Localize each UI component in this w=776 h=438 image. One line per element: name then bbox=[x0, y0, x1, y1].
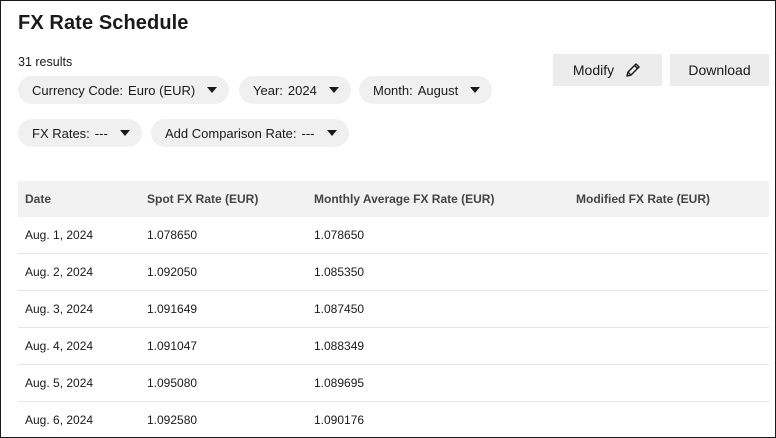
table-row: Aug. 4, 2024 1.091047 1.088349 bbox=[18, 328, 769, 365]
cell-monthly-average-fx-rate: 1.085350 bbox=[314, 265, 365, 279]
cell-monthly-average-fx-rate: 1.087450 bbox=[314, 302, 365, 316]
caret-down-icon bbox=[207, 87, 218, 93]
cell-spot-fx-rate: 1.078650 bbox=[147, 228, 198, 242]
table-row: Aug. 6, 2024 1.092580 1.090176 bbox=[18, 402, 769, 437]
fx-rates-dropdown[interactable]: FX Rates: --- bbox=[18, 119, 142, 147]
cell-spot-fx-rate: 1.091047 bbox=[147, 339, 198, 353]
caret-down-icon bbox=[470, 87, 481, 93]
year-value: 2024 bbox=[287, 82, 317, 98]
results-count: 31 results bbox=[18, 55, 73, 69]
cell-date: Aug. 1, 2024 bbox=[25, 228, 94, 242]
column-header-modified-fx-rate: Modified FX Rate (EUR) bbox=[576, 192, 710, 206]
fx-rates-label: FX Rates: bbox=[32, 125, 90, 141]
download-button-label: Download bbox=[688, 62, 751, 78]
add-comparison-rate-label: Add Comparison Rate: bbox=[165, 125, 297, 141]
table-row: Aug. 2, 2024 1.092050 1.085350 bbox=[18, 254, 769, 291]
cell-date: Aug. 4, 2024 bbox=[25, 339, 94, 353]
column-header-date: Date bbox=[25, 192, 52, 206]
caret-down-icon bbox=[119, 130, 130, 136]
page-title: FX Rate Schedule bbox=[18, 12, 189, 34]
month-label: Month: bbox=[373, 82, 413, 98]
currency-code-label: Currency Code: bbox=[32, 82, 124, 98]
cell-monthly-average-fx-rate: 1.090176 bbox=[314, 413, 365, 427]
cell-spot-fx-rate: 1.092580 bbox=[147, 413, 198, 427]
cell-date: Aug. 6, 2024 bbox=[25, 413, 94, 427]
cell-date: Aug. 2, 2024 bbox=[25, 265, 94, 279]
currency-code-value: Euro (EUR) bbox=[128, 82, 196, 98]
add-comparison-rate-dropdown[interactable]: Add Comparison Rate: --- bbox=[151, 119, 349, 147]
pencil-icon bbox=[626, 63, 640, 77]
column-header-monthly-average-fx-rate: Monthly Average FX Rate (EUR) bbox=[314, 192, 495, 206]
table-row: Aug. 3, 2024 1.091649 1.087450 bbox=[18, 291, 769, 328]
year-dropdown[interactable]: Year: 2024 bbox=[239, 76, 351, 104]
column-header-spot-fx-rate: Spot FX Rate (EUR) bbox=[147, 192, 259, 206]
cell-date: Aug. 3, 2024 bbox=[25, 302, 94, 316]
fx-rates-value: --- bbox=[94, 125, 108, 141]
cell-spot-fx-rate: 1.091649 bbox=[147, 302, 198, 316]
modify-button[interactable]: Modify bbox=[553, 54, 662, 86]
table-header: Date Spot FX Rate (EUR) Monthly Average … bbox=[18, 181, 769, 217]
modify-button-label: Modify bbox=[572, 62, 615, 78]
month-dropdown[interactable]: Month: August bbox=[359, 76, 493, 104]
table-row: Aug. 5, 2024 1.095080 1.089695 bbox=[18, 365, 769, 402]
fx-rate-schedule-panel: FX Rate Schedule 31 results Currency Cod… bbox=[0, 0, 776, 438]
cell-date: Aug. 5, 2024 bbox=[25, 376, 94, 390]
currency-code-dropdown[interactable]: Currency Code: Euro (EUR) bbox=[18, 76, 230, 104]
caret-down-icon bbox=[326, 130, 337, 136]
cell-monthly-average-fx-rate: 1.088349 bbox=[314, 339, 365, 353]
year-label: Year: bbox=[253, 82, 283, 98]
download-button[interactable]: Download bbox=[670, 54, 769, 86]
month-value: August bbox=[417, 82, 459, 98]
cell-spot-fx-rate: 1.092050 bbox=[147, 265, 198, 279]
table-row: Aug. 1, 2024 1.078650 1.078650 bbox=[18, 217, 769, 254]
add-comparison-rate-value: --- bbox=[301, 125, 315, 141]
fx-rate-table: Date Spot FX Rate (EUR) Monthly Average … bbox=[18, 181, 769, 437]
cell-monthly-average-fx-rate: 1.078650 bbox=[314, 228, 365, 242]
cell-spot-fx-rate: 1.095080 bbox=[147, 376, 198, 390]
cell-monthly-average-fx-rate: 1.089695 bbox=[314, 376, 365, 390]
caret-down-icon bbox=[328, 87, 339, 93]
